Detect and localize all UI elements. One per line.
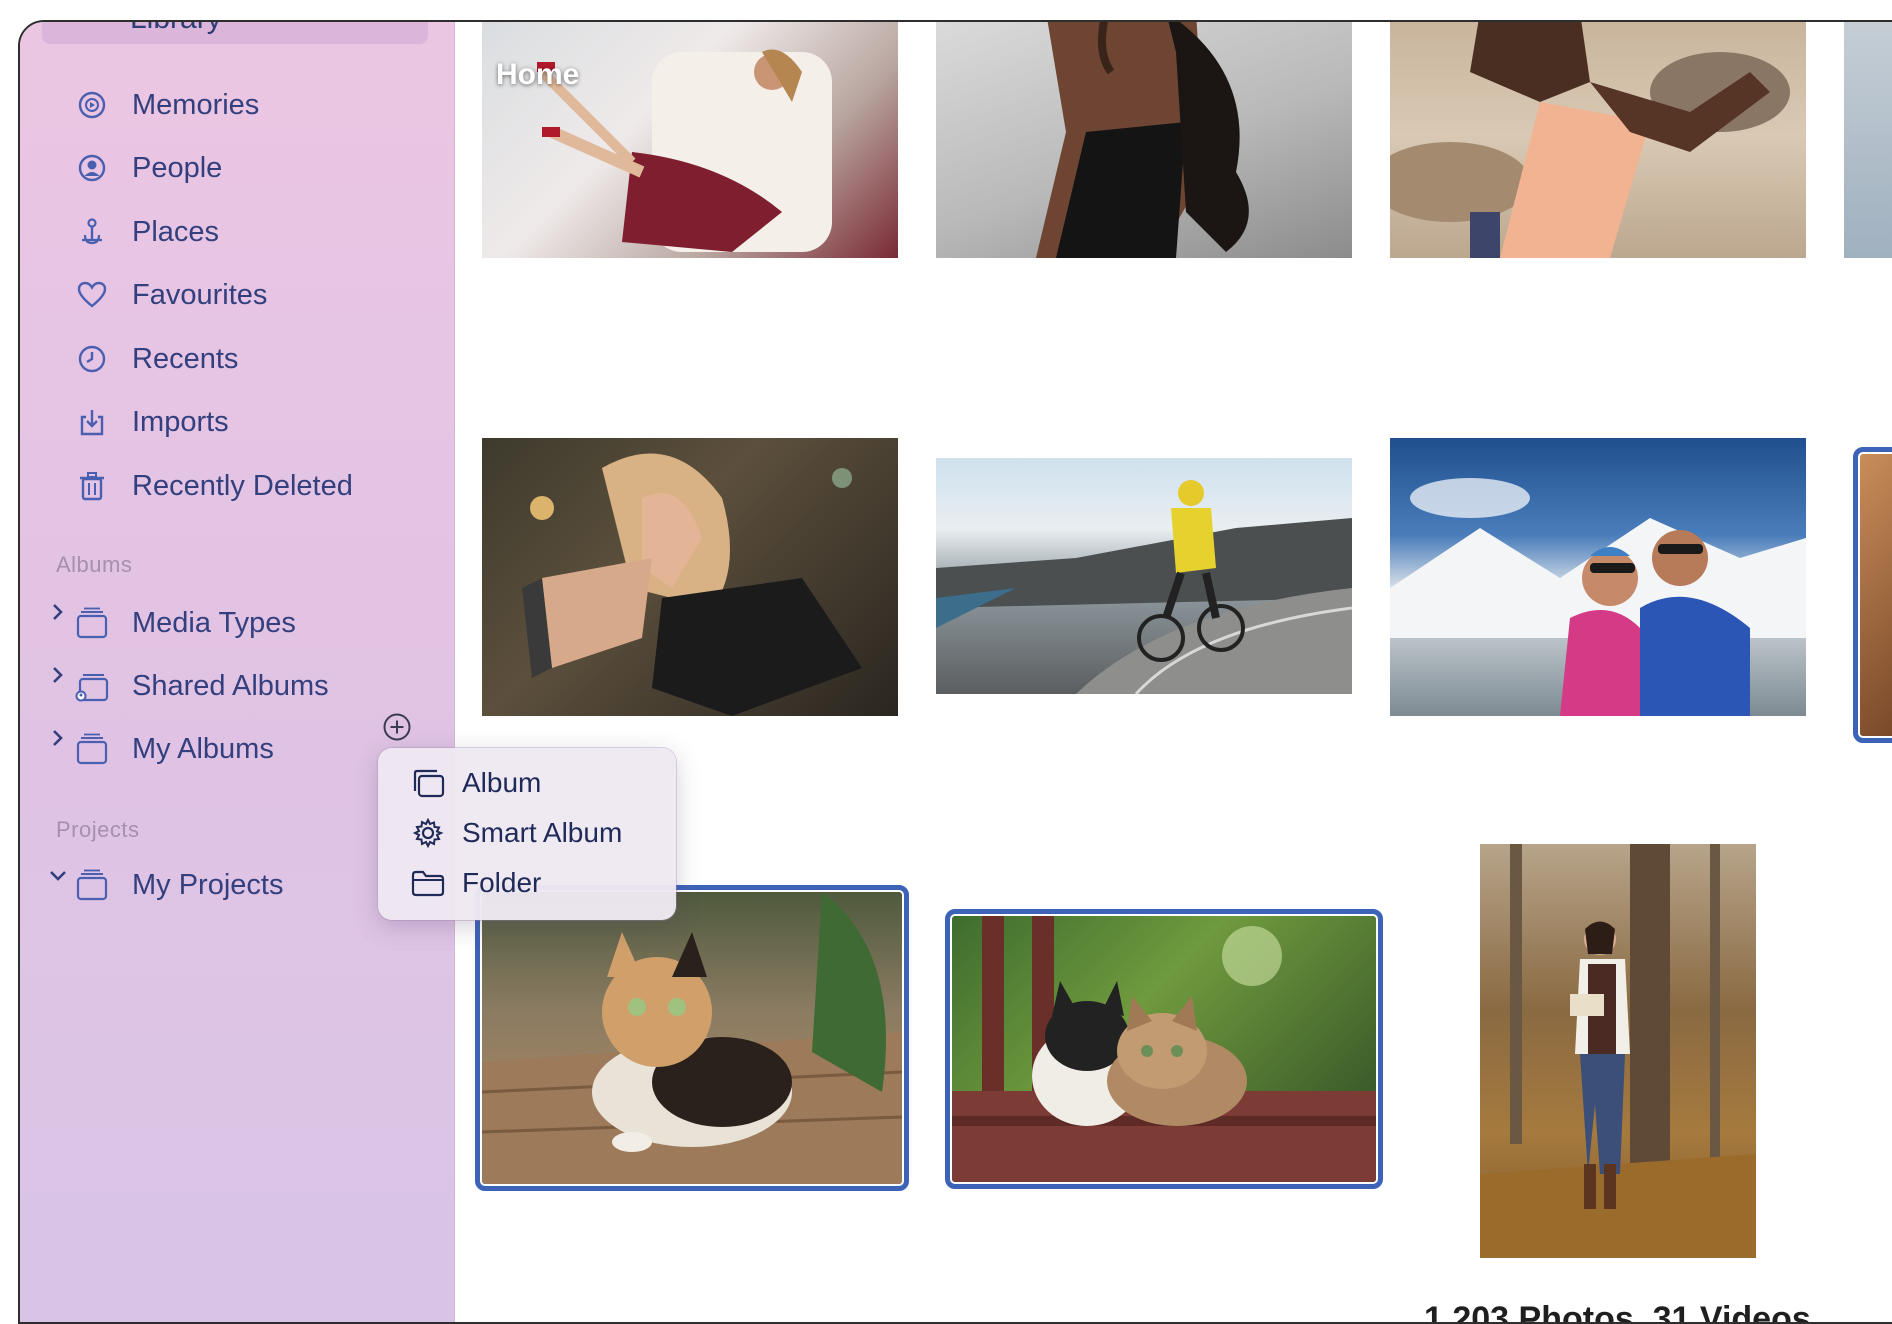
sidebar-item-label: Places [132,215,220,248]
chevron-right-icon[interactable] [48,665,68,685]
album-stack-icon [72,603,112,643]
menu-item-label: Album [462,767,542,798]
add-album-button[interactable] [382,712,412,742]
sidebar-item-label: Recents [132,342,239,375]
sidebar-item-label: Shared Albums [132,669,329,702]
trash-icon [72,466,112,506]
sidebar-item-label: Recently Deleted [132,469,353,502]
page-title: Home [496,58,580,91]
menu-item-label: Smart Album [462,817,623,848]
menu-item-label: Folder [462,867,542,898]
add-album-context-menu: Album Smart Album Folder [378,748,676,920]
sidebar-item-label: Media Types [132,606,296,639]
sidebar-item-library[interactable]: Library [42,22,428,44]
menu-item-smart-album[interactable]: Smart Album [408,811,668,855]
library-count-footer: 1,203 Photos, 31 Videos [1424,1300,1811,1324]
photo-cyclist-road[interactable] [936,458,1352,694]
sidebar-item-label: Favourites [132,278,268,311]
sidebar: Library Memories People Places Favourite… [20,22,455,1322]
photo-athlete-stretching[interactable] [1390,22,1806,258]
heart-icon [72,275,112,315]
sidebar-item-imports[interactable]: Imports [72,399,442,445]
sidebar-item-recently-deleted[interactable]: Recently Deleted [72,463,442,509]
sidebar-item-media-types[interactable]: Media Types [72,600,442,646]
menu-item-album[interactable]: Album [408,761,668,805]
photo-woman-forest-reading[interactable] [1480,844,1756,1258]
photo-partial-row1[interactable] [1844,22,1892,258]
sidebar-item-recents[interactable]: Recents [72,336,442,382]
sidebar-item-shared-albums[interactable]: Shared Albums [72,663,442,709]
sidebar-item-memories[interactable]: Memories [72,82,442,128]
chevron-right-icon[interactable] [48,728,68,748]
albums-section-label: Albums [56,552,133,577]
sidebar-item-label: Library [130,22,222,36]
sidebar-item-label: People [132,151,223,184]
chevron-down-icon[interactable] [48,866,68,886]
sidebar-item-label: Imports [132,405,229,438]
album-stack-icon [72,729,112,769]
places-icon [72,212,112,252]
photo-calico-cat[interactable] [475,885,909,1191]
people-icon [72,148,112,188]
plus-circle-icon [383,713,411,741]
photo-blonde-woman[interactable] [482,438,898,716]
photo-hiking-couple[interactable] [1390,438,1806,716]
memories-icon [72,85,112,125]
photo-woman-armchair[interactable] [482,22,898,258]
folder-icon [408,863,448,903]
photos-window: Library Memories People Places Favourite… [18,20,1892,1324]
sidebar-item-places[interactable]: Places [72,209,442,255]
sidebar-item-label: My Albums [132,732,274,765]
shared-album-icon [72,666,112,706]
chevron-right-icon[interactable] [48,602,68,622]
photo-partial-row2[interactable] [1853,447,1892,743]
sidebar-item-label: Memories [132,88,260,121]
album-stack-icon [72,865,112,905]
gear-icon [408,813,448,853]
sidebar-item-people[interactable]: People [72,145,442,191]
menu-item-folder[interactable]: Folder [408,861,668,905]
album-icon [408,763,448,803]
photo-woman-black-dress[interactable] [936,22,1352,258]
clock-icon [72,339,112,379]
sidebar-item-label: My Projects [132,868,284,901]
sidebar-item-favourites[interactable]: Favourites [72,272,442,318]
photo-two-kittens[interactable] [945,909,1383,1189]
projects-section-label: Projects [56,817,140,842]
import-icon [72,402,112,442]
